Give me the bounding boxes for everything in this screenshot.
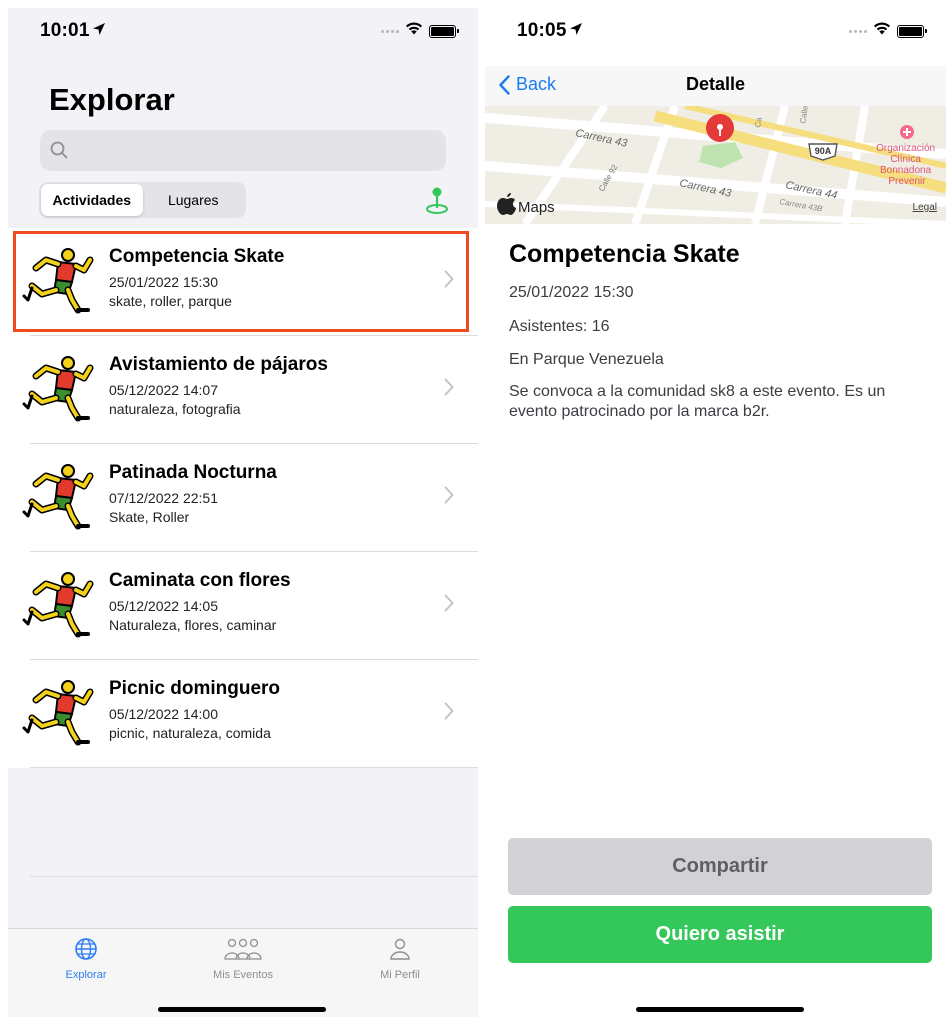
tab-label: Explorar	[65, 969, 107, 981]
activity-date: 05/12/2022 14:05	[109, 598, 218, 614]
segment-actividades[interactable]: Actividades	[41, 184, 143, 216]
wifi-icon	[873, 22, 891, 40]
runner-icon	[22, 676, 94, 751]
activity-tags: naturaleza, fotografia	[109, 401, 241, 417]
signal-icon	[849, 29, 867, 33]
nav-title: Detalle	[685, 74, 746, 94]
detalle-screen: 10:05 Back Detalle 90A Carrera 43 Calle …	[485, 8, 946, 1017]
page-title: Explorar	[49, 82, 175, 117]
poi-line: Clínica	[890, 154, 921, 165]
status-bar: 10:05	[485, 8, 946, 52]
globe-icon	[75, 938, 97, 960]
map-pin-icon	[706, 114, 734, 142]
tab-explorar[interactable]: Explorar	[26, 937, 146, 981]
people-icon	[224, 938, 262, 960]
share-button[interactable]: Compartir	[508, 838, 932, 895]
person-icon	[390, 938, 410, 960]
chevron-right-icon	[444, 594, 454, 617]
activity-tags: Skate, Roller	[109, 509, 190, 525]
signal-icon	[381, 29, 399, 33]
segment-lugares[interactable]: Lugares	[143, 184, 245, 216]
segmented-control: Actividades Lugares	[39, 182, 246, 218]
activity-tags: skate, roller, parque	[109, 293, 232, 309]
search-bar[interactable]	[40, 130, 446, 171]
event-date: 25/01/2022 15:30	[509, 284, 634, 301]
runner-icon	[22, 568, 94, 643]
activity-name: Caminata con flores	[109, 570, 291, 591]
tab-mis-eventos[interactable]: Mis Eventos	[183, 937, 303, 981]
list-divider	[30, 876, 478, 877]
event-description: Se convoca a la comunidad sk8 a este eve…	[509, 383, 886, 420]
activity-date: 05/12/2022 14:00	[109, 706, 218, 722]
location-pin-icon[interactable]	[424, 186, 450, 221]
activity-row[interactable]: Picnic dominguero 05/12/2022 14:00 picni…	[8, 660, 478, 768]
activity-list: Competencia Skate 25/01/2022 15:30 skate…	[8, 228, 478, 768]
activity-tags: Naturaleza, flores, caminar	[109, 617, 277, 633]
tab-label: Mis Eventos	[213, 969, 273, 981]
activity-date: 25/01/2022 15:30	[109, 274, 218, 290]
activity-date: 05/12/2022 14:07	[109, 382, 218, 398]
event-location: En Parque Venezuela	[509, 351, 664, 368]
explorar-screen: 10:01 Explorar Actividades Lugares Compe…	[8, 8, 478, 1017]
activity-row[interactable]: Avistamiento de pájaros 05/12/2022 14:07…	[8, 336, 478, 444]
activity-name: Competencia Skate	[109, 246, 285, 267]
event-title: Competencia Skate	[509, 240, 740, 268]
poi-line: Prevenir	[888, 176, 926, 187]
home-indicator	[636, 1007, 804, 1012]
chevron-right-icon	[444, 270, 454, 293]
map-view[interactable]: 90A Carrera 43 Calle 92 Carrera 43 Carre…	[485, 106, 946, 224]
battery-icon	[897, 24, 927, 38]
poi-line: Organización	[876, 143, 935, 154]
home-indicator	[158, 1007, 326, 1012]
location-arrow-icon	[569, 22, 583, 41]
row-separator	[30, 767, 478, 768]
highway-shield: 90A	[815, 146, 832, 156]
activity-row[interactable]: Competencia Skate 25/01/2022 15:30 skate…	[8, 228, 478, 336]
legal-link: Legal	[913, 202, 937, 213]
status-time: 10:05	[517, 20, 567, 41]
activity-name: Patinada Nocturna	[109, 462, 277, 483]
chevron-right-icon	[444, 378, 454, 401]
maps-brand: Maps	[518, 199, 555, 216]
runner-icon	[22, 352, 94, 427]
activity-name: Avistamiento de pájaros	[109, 354, 328, 375]
tab-label: Mi Perfil	[380, 969, 420, 981]
activity-name: Picnic dominguero	[109, 678, 281, 699]
status-time: 10:01	[40, 20, 90, 41]
activity-row[interactable]: Patinada Nocturna 07/12/2022 22:51 Skate…	[8, 444, 478, 552]
activity-date: 07/12/2022 22:51	[109, 490, 218, 506]
event-attendees: Asistentes: 16	[509, 318, 610, 335]
wifi-icon	[405, 22, 423, 40]
search-input[interactable]	[76, 130, 436, 171]
attend-button[interactable]: Quiero asistir	[508, 906, 932, 963]
runner-icon	[22, 244, 94, 319]
poi-line: Bonnadona	[880, 165, 932, 176]
tab-mi-perfil[interactable]: Mi Perfil	[340, 937, 460, 981]
status-bar: 10:01	[8, 8, 478, 52]
tab-bar: Explorar Mis Eventos Mi Perfil	[8, 928, 478, 1017]
chevron-right-icon	[444, 702, 454, 725]
chevron-right-icon	[444, 486, 454, 509]
search-icon	[50, 141, 68, 159]
location-arrow-icon	[92, 22, 106, 41]
map-canvas: 90A Carrera 43 Calle 92 Carrera 43 Carre…	[485, 106, 946, 224]
activity-tags: picnic, naturaleza, comida	[109, 725, 271, 741]
battery-icon	[429, 24, 459, 38]
activity-row[interactable]: Caminata con flores 05/12/2022 14:05 Nat…	[8, 552, 478, 660]
navigation-bar: Back Detalle	[485, 66, 946, 106]
runner-icon	[22, 460, 94, 535]
